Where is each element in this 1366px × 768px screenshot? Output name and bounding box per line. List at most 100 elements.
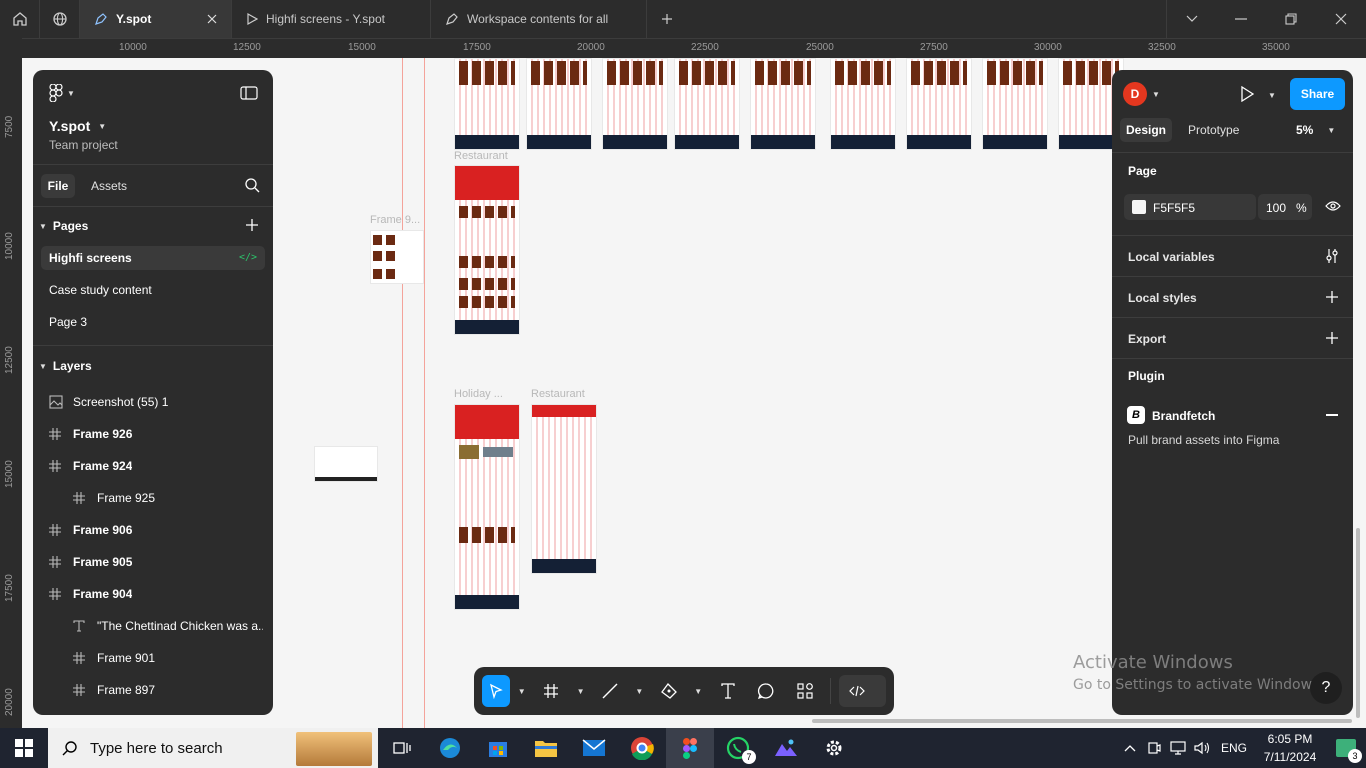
share-button[interactable]: Share — [1290, 78, 1345, 110]
layer-row[interactable]: Screenshot (55) 1 — [33, 386, 273, 418]
tab-highfi-screens[interactable]: Highfi screens - Y.spot — [232, 0, 431, 38]
avatar[interactable]: D — [1123, 82, 1147, 106]
globe-icon[interactable] — [40, 0, 80, 38]
close-window-icon[interactable] — [1316, 0, 1366, 38]
layer-row[interactable]: Frame 905 — [33, 546, 273, 578]
actions-tool[interactable] — [788, 675, 823, 707]
screenshot-thumbnail[interactable] — [314, 446, 378, 482]
design-frame[interactable] — [602, 58, 668, 150]
design-frame[interactable] — [906, 58, 972, 150]
main-menu-button[interactable]: ▼ — [33, 82, 273, 104]
tab-design[interactable]: Design — [1120, 118, 1172, 142]
layer-row[interactable]: Frame 925 — [33, 482, 273, 514]
language-indicator[interactable]: ENG — [1214, 741, 1254, 755]
microsoft-store-icon[interactable] — [474, 728, 522, 768]
chevron-down-icon[interactable]: ▼ — [635, 687, 647, 696]
horizontal-scrollbar[interactable] — [812, 719, 1352, 723]
toggle-sidebar-icon[interactable] — [240, 86, 258, 100]
chevron-down-icon[interactable]: ▼ — [694, 687, 706, 696]
page-item-page-3[interactable]: Page 3 — [33, 314, 273, 330]
layer-row[interactable]: Frame 924 — [33, 450, 273, 482]
settings-gear-icon[interactable] — [810, 728, 858, 768]
zoom-dropdown[interactable]: 5% ▼ — [1296, 118, 1335, 142]
photos-app-icon[interactable] — [762, 728, 810, 768]
small-frame[interactable] — [370, 230, 424, 284]
chevron-down-icon[interactable]: ▼ — [1268, 91, 1276, 100]
restaurant-frame[interactable] — [531, 404, 597, 574]
add-export-icon[interactable] — [1326, 332, 1338, 344]
search-icon[interactable] — [244, 177, 260, 193]
taskbar-search-box[interactable]: Type here to search — [48, 728, 378, 768]
layer-row[interactable]: Frame 926 — [33, 418, 273, 450]
whatsapp-icon[interactable]: 7 — [714, 728, 762, 768]
layer-row[interactable]: Frame 904 — [33, 578, 273, 610]
chevron-down-icon[interactable] — [1166, 0, 1216, 38]
text-tool[interactable] — [710, 675, 745, 707]
local-styles-title[interactable]: Local styles — [1128, 291, 1197, 305]
move-tool[interactable] — [482, 675, 510, 707]
help-button[interactable]: ? — [1310, 672, 1342, 704]
edge-browser-icon[interactable] — [426, 728, 474, 768]
tab-workspace-contents[interactable]: Workspace contents for all — [431, 0, 647, 38]
layer-row[interactable]: Frame 897 — [33, 674, 273, 706]
tab-assets[interactable]: Assets — [91, 174, 127, 198]
dev-mode-toggle[interactable] — [839, 675, 886, 707]
restaurant-frame[interactable] — [454, 165, 520, 335]
notification-center-icon[interactable]: 3 — [1326, 728, 1366, 768]
tab-yspot[interactable]: Y.spot — [80, 0, 232, 38]
line-tool[interactable] — [593, 675, 628, 707]
present-play-icon[interactable] — [1240, 86, 1254, 102]
clock[interactable]: 6:05 PM 7/11/2024 — [1254, 730, 1326, 766]
home-icon[interactable] — [0, 0, 40, 38]
tab-file[interactable]: File — [41, 174, 75, 198]
chevron-down-icon[interactable]: ▼ — [1152, 90, 1160, 99]
page-item-case-study[interactable]: Case study content — [33, 282, 273, 298]
minimize-icon[interactable] — [1216, 0, 1266, 38]
collapse-plugin-icon[interactable] — [1326, 414, 1338, 416]
eye-icon[interactable] — [1325, 200, 1341, 212]
mail-icon[interactable] — [570, 728, 618, 768]
frame-tool[interactable] — [534, 675, 569, 707]
tab-prototype[interactable]: Prototype — [1188, 118, 1239, 142]
design-frame[interactable] — [750, 58, 816, 150]
page-color-field[interactable]: F5F5F5 — [1124, 194, 1256, 220]
layer-row[interactable]: Frame 906 — [33, 514, 273, 546]
comment-tool[interactable] — [749, 675, 784, 707]
page-opacity-field[interactable]: 100 % — [1258, 194, 1312, 220]
file-explorer-icon[interactable] — [522, 728, 570, 768]
design-frame[interactable] — [982, 58, 1048, 150]
variables-settings-icon[interactable] — [1325, 248, 1339, 264]
pen-tool[interactable] — [652, 675, 687, 707]
add-page-icon[interactable] — [246, 219, 258, 231]
page-item-highfi-screens[interactable]: Highfi screens </> — [41, 246, 265, 270]
layer-row[interactable]: Frame 901 — [33, 642, 273, 674]
export-title[interactable]: Export — [1128, 332, 1166, 346]
local-variables-title[interactable]: Local variables — [1128, 250, 1215, 264]
vertical-scrollbar[interactable] — [1356, 528, 1360, 718]
pages-header[interactable]: ▼ Pages — [33, 216, 273, 236]
chevron-up-icon[interactable] — [1118, 728, 1142, 768]
network-icon[interactable] — [1166, 728, 1190, 768]
windows-start-icon[interactable] — [0, 728, 48, 768]
close-tab-icon[interactable] — [207, 14, 217, 24]
file-name-button[interactable]: Y.spot ▼ — [33, 116, 273, 136]
layer-row[interactable]: "The Chettinad Chicken was a... — [33, 610, 273, 642]
color-swatch[interactable] — [1132, 200, 1146, 214]
design-frame[interactable] — [830, 58, 896, 150]
design-frame[interactable] — [674, 58, 740, 150]
task-view-icon[interactable] — [378, 728, 426, 768]
layers-header[interactable]: ▼ Layers — [33, 356, 273, 376]
chevron-down-icon[interactable]: ▼ — [577, 687, 589, 696]
chevron-down-icon[interactable]: ▼ — [518, 687, 530, 696]
new-tab-plus-icon[interactable] — [647, 0, 687, 38]
restore-icon[interactable] — [1266, 0, 1316, 38]
chrome-icon[interactable] — [618, 728, 666, 768]
volume-icon[interactable] — [1190, 728, 1214, 768]
design-frame[interactable] — [526, 58, 592, 150]
device-icon[interactable] — [1142, 728, 1166, 768]
design-frame[interactable] — [454, 58, 520, 150]
add-style-icon[interactable] — [1326, 291, 1338, 303]
figma-app-icon[interactable] — [666, 728, 714, 768]
plugin-name[interactable]: Brandfetch — [1152, 409, 1215, 423]
holiday-frame[interactable] — [454, 404, 520, 610]
